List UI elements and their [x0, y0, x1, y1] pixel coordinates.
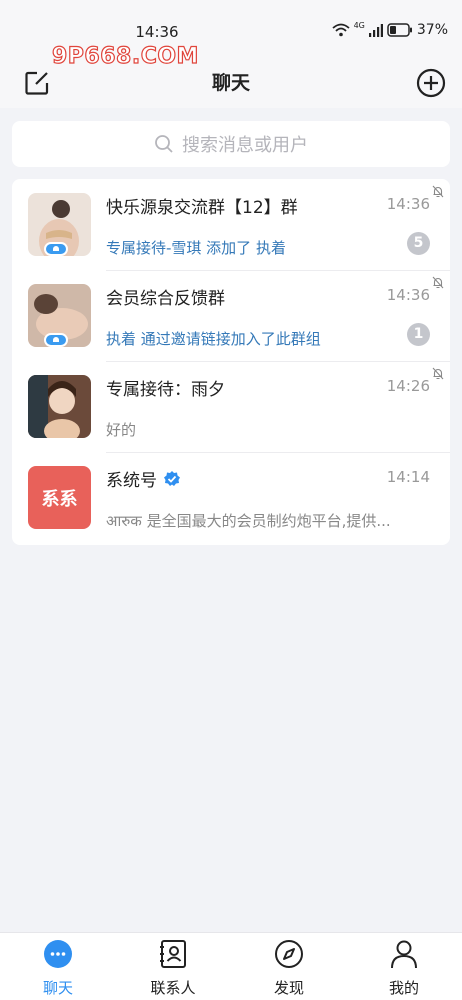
top-area: 14:36 4G 37% 9P668.COM 聊天 — [0, 0, 462, 108]
tab-label: 发现 — [273, 979, 304, 997]
network-label: 4G — [353, 21, 365, 30]
search-icon — [155, 135, 173, 153]
search-bar[interactable]: 搜索消息或用户 — [12, 121, 450, 167]
verified-icon — [164, 470, 180, 486]
status-icons: 4G 37% — [331, 21, 448, 38]
watermark-logo: 9P668.COM — [51, 43, 199, 69]
bottom-tab-bar: 聊天 联系人 发现 我的 — [0, 932, 462, 1000]
conversation-name-wrap: 系统号 — [106, 466, 181, 491]
conversation-time: 14:36 — [386, 286, 430, 304]
conversation-item[interactable]: 专属接待：雨夕 14:26 好的 — [12, 361, 450, 452]
tab-label: 我的 — [388, 979, 419, 997]
unread-count-badge: 5 — [407, 232, 430, 255]
conversation-name: 专属接待：雨夕 — [106, 380, 225, 400]
battery-level: 37% — [416, 22, 448, 38]
page-title: 聊天 — [211, 72, 250, 94]
conversation-name: 会员综合反馈群 — [106, 289, 225, 309]
unread-count-badge: 1 — [407, 323, 430, 346]
tab-profile[interactable]: 我的 — [346, 933, 462, 1000]
signal-icon — [368, 23, 383, 37]
system-avatar: 系系 — [28, 466, 91, 529]
compass-icon — [275, 940, 303, 968]
conversation-time: 14:36 — [386, 195, 430, 213]
conversation-name: 系统号 — [106, 471, 157, 491]
status-time: 14:36 — [135, 23, 179, 41]
conversation-list: 快乐源泉交流群【12】群 14:36 专属接待-雪琪 添加了 执着 5 会员综合… — [12, 179, 450, 545]
group-avatar — [28, 284, 91, 347]
conversation-name: 快乐源泉交流群【12】群 — [106, 198, 298, 218]
chat-icon — [44, 940, 72, 968]
muted-bell-icon — [432, 367, 444, 380]
conversation-preview: 专属接待-雪琪 添加了 执着 — [106, 239, 286, 257]
tab-label: 联系人 — [150, 979, 196, 997]
muted-bell-icon — [432, 276, 444, 289]
search-placeholder: 搜索消息或用户 — [182, 135, 308, 156]
conversation-item[interactable]: 系系 系统号 14:14 आरुक 是全国最大的会员制约炮平台,提供... — [12, 452, 450, 543]
battery-icon — [387, 23, 412, 37]
add-circle-icon[interactable] — [416, 68, 446, 98]
conversation-item[interactable]: 快乐源泉交流群【12】群 14:36 专属接待-雪琪 添加了 执着 5 — [12, 179, 450, 270]
contacts-icon — [160, 940, 186, 968]
service-badge — [44, 242, 68, 256]
conversation-item[interactable]: 会员综合反馈群 14:36 执着 通过邀请链接加入了此群组 1 — [12, 270, 450, 361]
conversation-preview: आरुक 是全国最大的会员制约炮平台,提供... — [106, 512, 391, 530]
tab-label: 聊天 — [42, 979, 73, 997]
user-icon — [391, 940, 417, 969]
wifi-icon — [331, 23, 350, 37]
group-avatar — [28, 193, 91, 256]
tab-chat[interactable]: 聊天 — [0, 933, 116, 1000]
conversation-preview: 执着 通过邀请链接加入了此群组 — [106, 330, 321, 348]
muted-bell-icon — [432, 185, 444, 198]
service-badge — [44, 333, 68, 347]
conversation-preview: 好的 — [106, 421, 137, 439]
tab-discover[interactable]: 发现 — [231, 933, 347, 1000]
tab-contacts[interactable]: 联系人 — [115, 933, 231, 1000]
conversation-time: 14:14 — [386, 468, 430, 486]
conversation-time: 14:26 — [386, 377, 430, 395]
user-avatar — [28, 375, 91, 438]
